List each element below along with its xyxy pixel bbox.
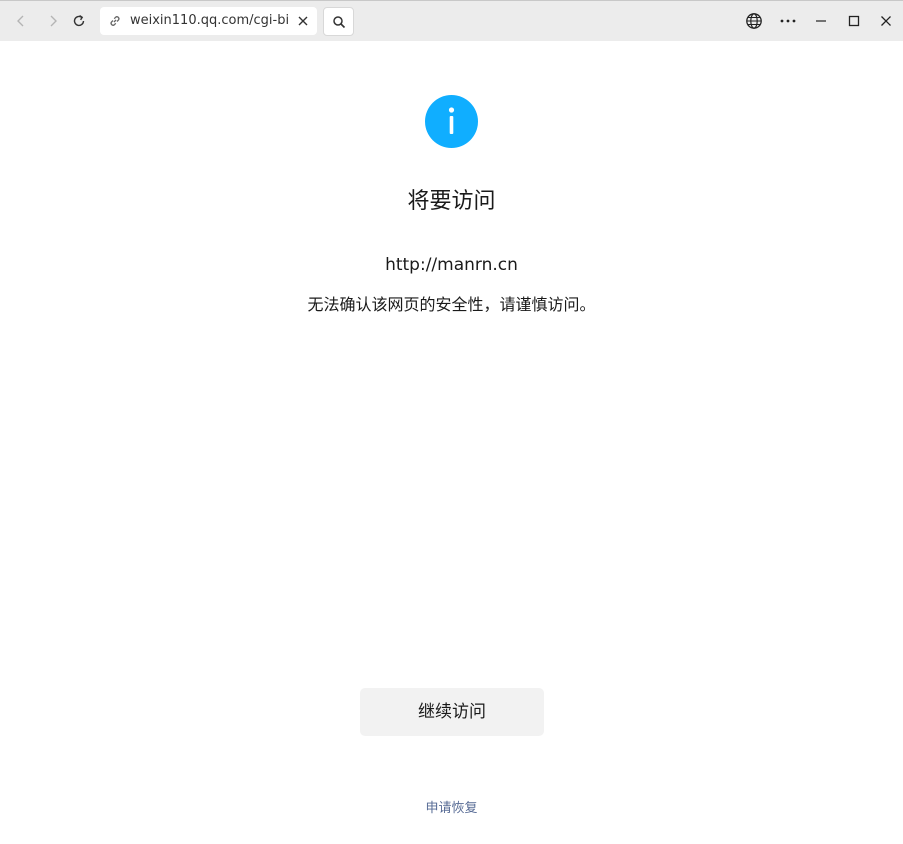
close-window-icon (881, 16, 891, 26)
maximize-icon (848, 15, 860, 27)
more-dots-icon (780, 19, 796, 23)
reload-button[interactable] (67, 9, 91, 33)
address-bar[interactable]: weixin110.qq.com/cgi-bin/mmspamsupport-b… (100, 7, 317, 35)
search-button[interactable] (323, 7, 354, 36)
reload-icon (73, 15, 85, 27)
globe-button[interactable] (743, 10, 765, 32)
globe-icon (746, 13, 762, 29)
browser-toolbar: weixin110.qq.com/cgi-bin/mmspamsupport-b… (0, 0, 903, 41)
restore-link[interactable]: 申请恢复 (425, 801, 477, 816)
warning-text: 无法确认该网页的安全性，请谨慎访问。 (307, 295, 596, 314)
back-button[interactable] (9, 9, 33, 33)
minimize-icon (816, 20, 826, 22)
close-window-button[interactable] (875, 10, 897, 32)
back-arrow-icon (17, 15, 24, 27)
forward-arrow-icon (50, 15, 57, 27)
redirect-confirm-page: 将要访问 http://manrn.cn 无法确认该网页的安全性，请谨慎访问。 … (0, 41, 903, 844)
link-icon (110, 16, 120, 26)
continue-button[interactable]: 继续访问 (360, 688, 544, 736)
info-icon (425, 95, 478, 148)
close-icon[interactable] (296, 14, 310, 28)
page-title: 将要访问 (407, 189, 496, 214)
address-text[interactable]: weixin110.qq.com/cgi-bin/mmspamsupport-b… (130, 13, 290, 29)
search-icon (332, 15, 345, 28)
minimize-button[interactable] (810, 10, 832, 32)
forward-button[interactable] (41, 9, 65, 33)
target-url: http://manrn.cn (385, 255, 518, 275)
more-button[interactable] (777, 10, 799, 32)
restore-link-row: 申请恢复 (0, 799, 903, 819)
maximize-button[interactable] (843, 10, 865, 32)
